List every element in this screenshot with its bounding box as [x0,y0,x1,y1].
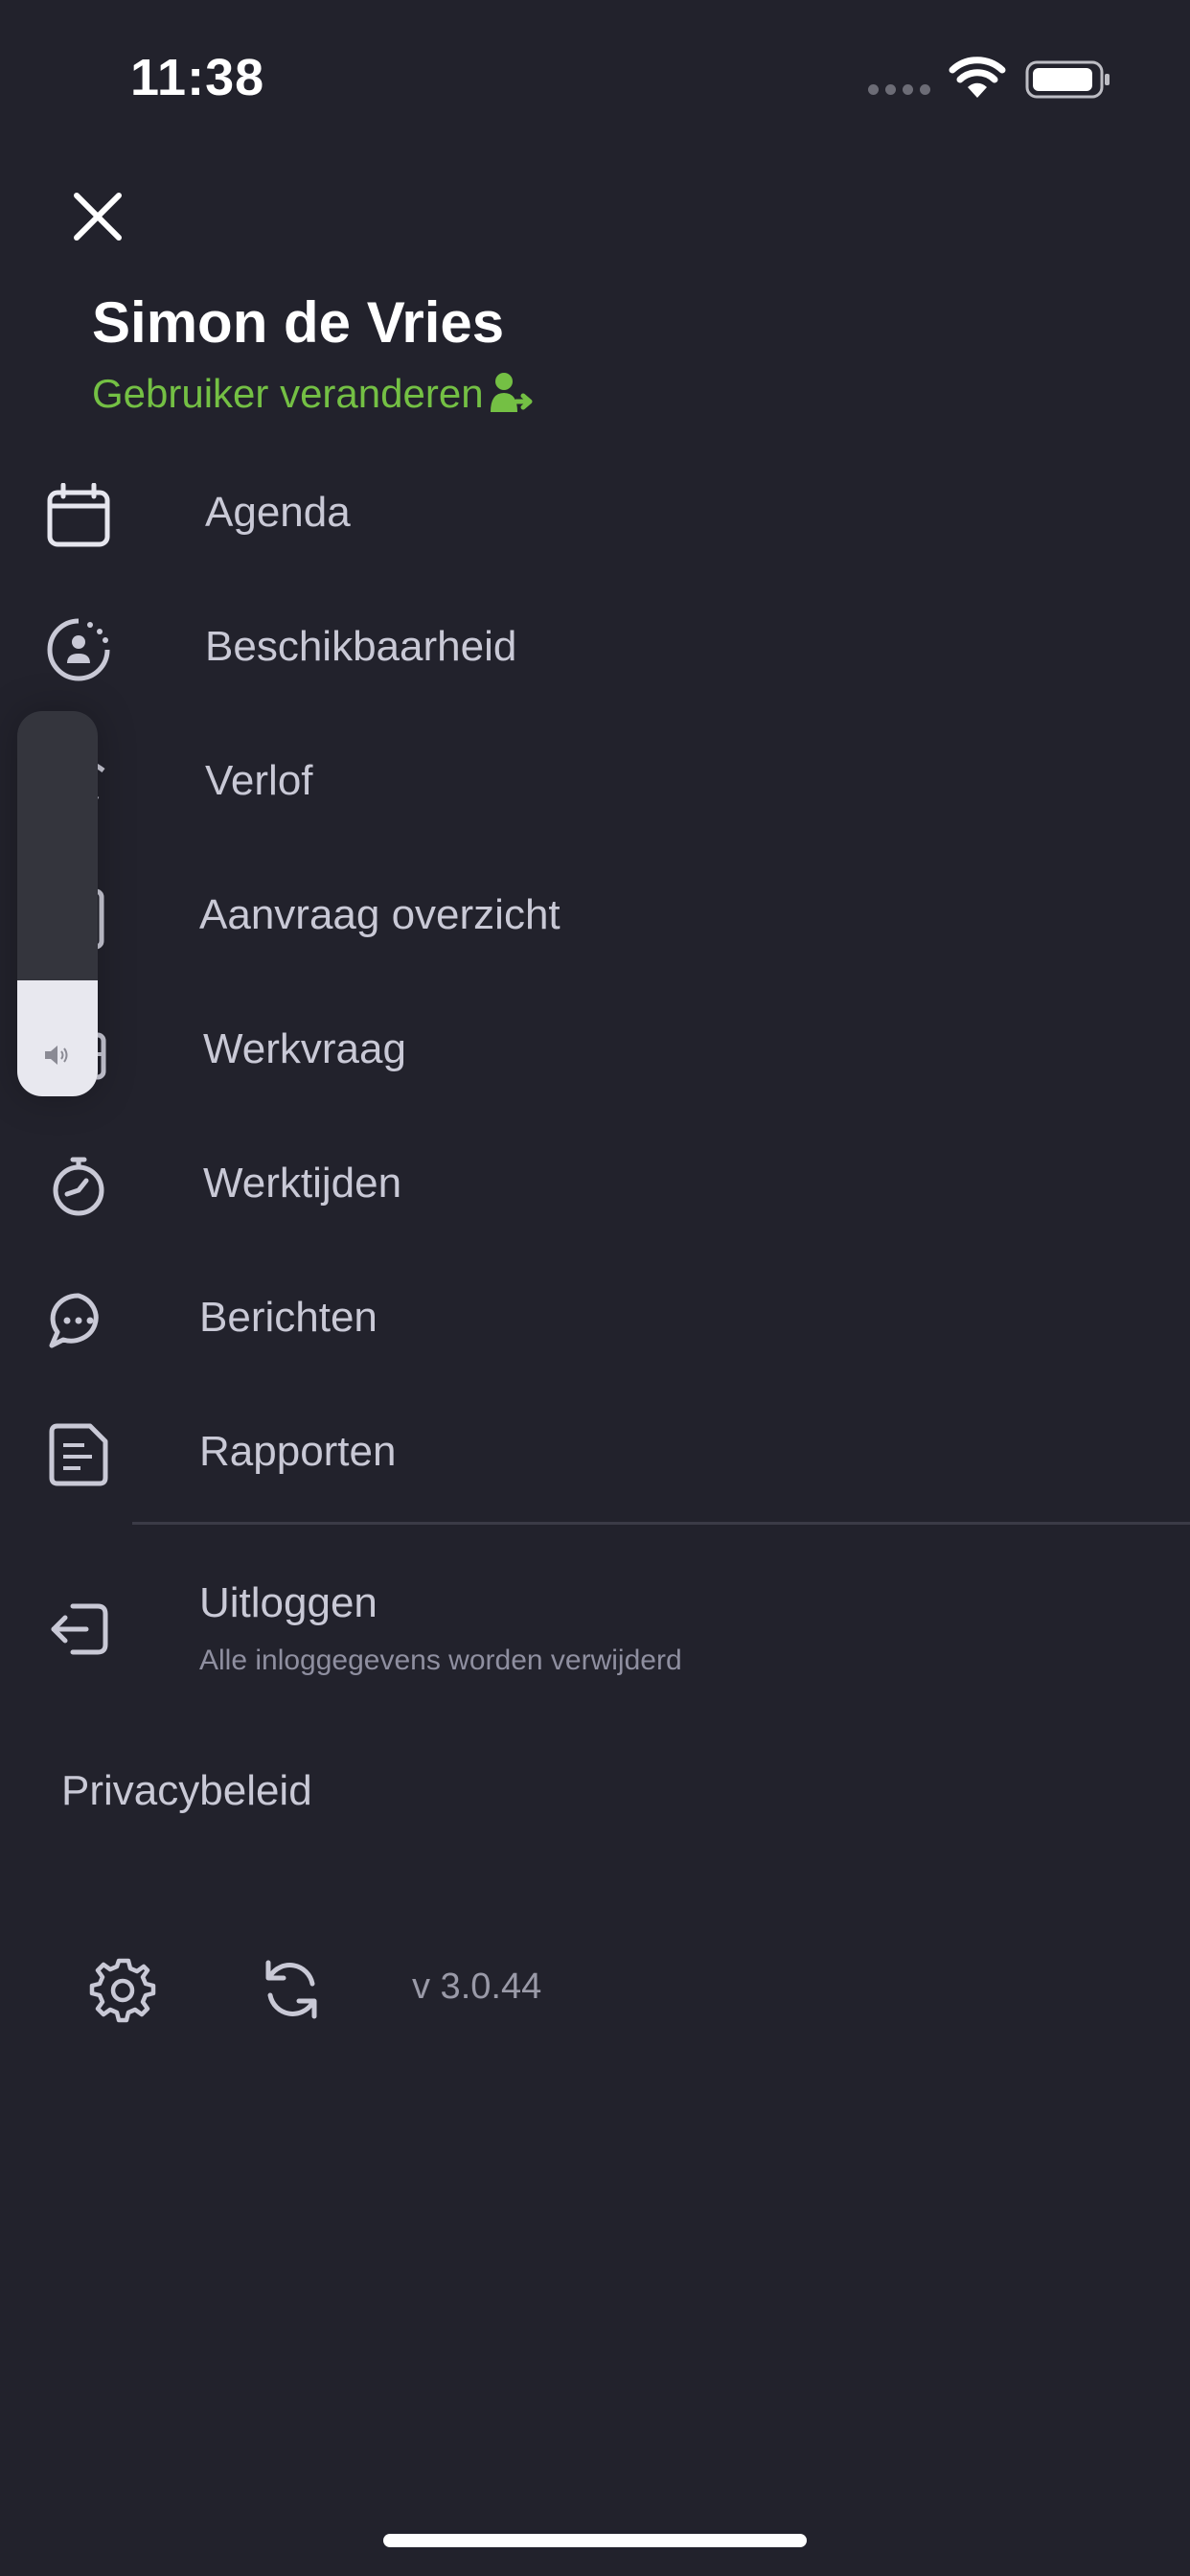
availability-icon [47,618,110,681]
report-icon [49,1423,108,1486]
cellular-signal-icon [868,84,930,95]
battery-icon [1025,60,1110,99]
logout-sublabel: Alle inloggegevens worden verwijderd [199,1644,682,1676]
stopwatch-icon [53,1157,104,1216]
menu-label-verlof: Verlof [205,757,313,804]
menu-label-werktijden: Werktijden [203,1160,402,1207]
switch-user-icon [490,373,533,412]
privacy-policy-link[interactable]: Privacybeleid [61,1767,312,1815]
menu-item-verlof[interactable]: Verlof [0,724,1190,840]
menu-divider [132,1522,1190,1525]
menu-label-rapporten: Rapporten [199,1428,397,1475]
chat-bubble-icon [49,1293,99,1348]
menu-item-rapporten[interactable]: Rapporten [0,1395,1190,1510]
menu-item-agenda[interactable]: Agenda [0,456,1190,571]
wifi-icon [949,57,1006,98]
switch-user-label: Gebruiker veranderen [92,371,484,416]
menu-label-agenda: Agenda [205,489,351,536]
logout-icon [51,1603,108,1655]
status-time: 11:38 [130,49,265,106]
menu-item-berichten[interactable]: Berichten [0,1261,1190,1376]
menu-label-berichten: Berichten [199,1294,378,1341]
menu-label-beschikbaarheid: Beschikbaarheid [205,623,517,670]
app-version: v 3.0.44 [412,1966,542,2007]
logout-button[interactable]: Uitloggen Alle inloggegevens worden verw… [0,1562,1190,1696]
logout-label: Uitloggen [199,1579,378,1626]
speaker-icon [45,1046,68,1065]
menu-item-aanvraag-overzicht[interactable]: Aanvraag overzicht [0,859,1190,974]
menu-item-werkvraag[interactable]: Werkvraag [0,993,1190,1108]
menu-item-werktijden[interactable]: Werktijden [0,1127,1190,1242]
close-icon[interactable] [69,188,126,245]
home-indicator[interactable] [383,2534,807,2547]
calendar-icon [47,483,110,547]
gear-icon[interactable] [88,1955,157,2024]
menu-label-werkvraag: Werkvraag [203,1025,406,1072]
volume-level-fill [17,980,98,1096]
menu-item-beschikbaarheid[interactable]: Beschikbaarheid [0,590,1190,705]
volume-slider[interactable] [17,711,98,1096]
menu-label-aanvraag-overzicht: Aanvraag overzicht [199,891,561,938]
sync-icon[interactable] [257,1955,326,2024]
user-name: Simon de Vries [92,290,505,355]
switch-user-button[interactable]: Gebruiker veranderen [92,370,536,418]
